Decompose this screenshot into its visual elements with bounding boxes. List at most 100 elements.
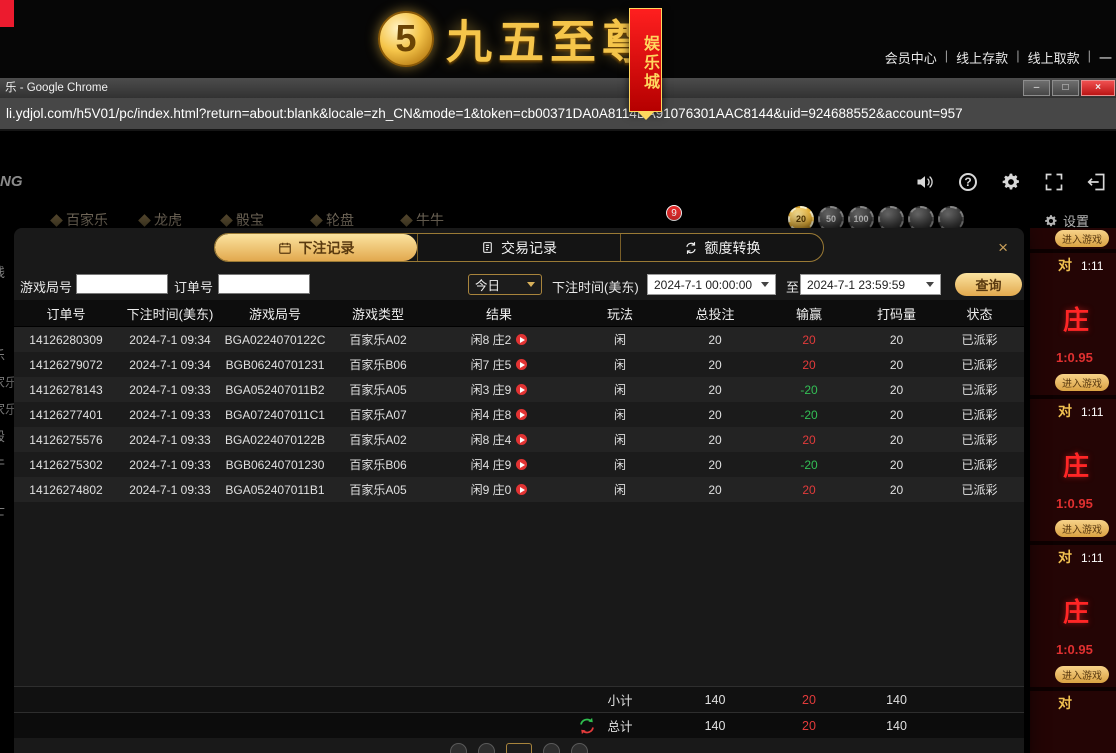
prev-page-button[interactable] (478, 743, 495, 753)
date-from-select[interactable]: 2024-7-1 00:00:00 (647, 274, 776, 295)
card-divider (1030, 541, 1116, 545)
browser-url-bar[interactable]: li.ydjol.com/h5V01/pc/index.html?return=… (0, 98, 1116, 131)
date-to-select[interactable]: 2024-7-1 23:59:59 (800, 274, 941, 295)
table-card-header: 对 1:11 (1058, 547, 1103, 567)
cell-play-type: 闲 (570, 477, 670, 502)
cell-status: 已派彩 (935, 402, 1024, 427)
top-banner: 5 九五至尊 会员中心 | 线上存款 | 线上取款 | 一 (0, 0, 1116, 80)
cell-bet-time: 2024-7-1 09:33 (118, 402, 222, 427)
cell-play-type: 闲 (570, 427, 670, 452)
tab-bet-records[interactable]: 下注记录 (215, 234, 417, 261)
cell-status: 已派彩 (935, 377, 1024, 402)
enter-game-button[interactable]: 进入游戏 (1055, 230, 1109, 247)
nav-member-center[interactable]: 会员中心 (885, 48, 937, 67)
settings-gear-icon[interactable] (1000, 171, 1022, 193)
cell-status: 已派彩 (935, 352, 1024, 377)
window-controls: – □ × (1023, 80, 1115, 96)
cell-bet-time: 2024-7-1 09:34 (118, 327, 222, 352)
round-id-label: 游戏局号 (20, 277, 72, 296)
header-result: 结果 (428, 300, 570, 326)
last-page-button[interactable] (571, 743, 588, 753)
cell-turnover: 20 (858, 402, 935, 427)
current-page-box[interactable] (506, 743, 532, 753)
banner-nav: 会员中心 | 线上存款 | 线上取款 | 一 (885, 48, 1112, 67)
round-id-input[interactable] (76, 274, 168, 294)
enter-game-button[interactable]: 进入游戏 (1055, 374, 1109, 391)
category-icon (220, 214, 233, 227)
category-dragon-tiger[interactable]: 龙虎 (140, 210, 182, 230)
cell-play-type: 闲 (570, 402, 670, 427)
cell-bet-time: 2024-7-1 09:33 (118, 377, 222, 402)
table-card-header: 对 1:11 (1058, 255, 1103, 275)
replay-icon[interactable] (516, 459, 527, 470)
logo-coin-icon: 5 (378, 11, 434, 67)
enter-game-button[interactable]: 进入游戏 (1055, 520, 1109, 537)
next-page-button[interactable] (543, 743, 560, 753)
refresh-icon[interactable] (578, 717, 596, 738)
cell-game-type: 百家乐B06 (328, 452, 428, 477)
cell-turnover: 20 (858, 377, 935, 402)
category-baccarat[interactable]: 百家乐 (52, 210, 108, 230)
cell-status: 已派彩 (935, 452, 1024, 477)
category-icon (138, 214, 151, 227)
cell-win-loss: -20 (760, 377, 858, 402)
category-icon (400, 214, 413, 227)
nav-online-deposit[interactable]: 线上存款 (956, 48, 1008, 67)
enter-game-button[interactable]: 进入游戏 (1055, 666, 1109, 683)
bet-records-modal: 下注记录 交易记录 额度转换 × 游戏局号 订单号 今日 (14, 228, 1024, 753)
minimize-button[interactable]: – (1023, 80, 1050, 96)
pair-label: 对 (1058, 401, 1072, 421)
cell-game-type: 百家乐B06 (328, 352, 428, 377)
category-sicbo[interactable]: 骰宝 (222, 210, 264, 230)
cell-win-loss: -20 (760, 402, 858, 427)
pair-label: 对 (1058, 255, 1072, 275)
order-id-input[interactable] (218, 274, 310, 294)
category-roulette[interactable]: 轮盘 (312, 210, 354, 230)
tab-transaction-records[interactable]: 交易记录 (417, 234, 620, 261)
cell-win-loss: 20 (760, 327, 858, 352)
table-row: 14126274802 2024-7-1 09:33 BGA052407011B… (14, 477, 1024, 502)
replay-icon[interactable] (516, 359, 527, 370)
browser-title: 乐 - Google Chrome (0, 78, 1116, 98)
subtotal-turnover: 140 (858, 687, 935, 712)
browser-titlebar[interactable]: 乐 - Google Chrome – □ × (0, 78, 1116, 98)
table-row: 14126279072 2024-7-1 09:34 BGB0624070123… (14, 352, 1024, 377)
total-row: 总计 140 20 140 (14, 712, 1024, 738)
exit-icon[interactable] (1086, 171, 1108, 193)
cell-total-bet: 20 (670, 427, 760, 452)
cell-win-loss: 20 (760, 477, 858, 502)
chevron-down-icon (926, 282, 934, 287)
tab-credit-transfer[interactable]: 额度转换 (620, 234, 823, 261)
subtotal-label: 小计 (570, 687, 670, 712)
cell-order-number: 14126275302 (14, 452, 118, 477)
bet-record-icon (278, 241, 292, 255)
query-button[interactable]: 查询 (955, 273, 1022, 296)
replay-icon[interactable] (516, 334, 527, 345)
notification-badge: 9 (666, 205, 682, 221)
fullscreen-icon[interactable] (1043, 171, 1065, 193)
date-range-select[interactable]: 今日 (468, 274, 542, 295)
header-winloss: 输赢 (760, 300, 858, 326)
nav-online-withdraw[interactable]: 线上取款 (1028, 48, 1080, 67)
nav-clipped-link[interactable]: 一 (1099, 48, 1112, 67)
help-icon[interactable]: ? (957, 171, 979, 193)
close-icon[interactable]: × (998, 239, 1008, 256)
cell-total-bet: 20 (670, 402, 760, 427)
maximize-button[interactable]: □ (1052, 80, 1079, 96)
replay-icon[interactable] (516, 434, 527, 445)
banker-odds: 1:0.95 (1056, 496, 1093, 511)
replay-icon[interactable] (516, 484, 527, 495)
category-niuniu[interactable]: 牛牛 (402, 210, 444, 230)
table-row: 14126275576 2024-7-1 09:33 BGA0224070122… (14, 427, 1024, 452)
cell-game-type: 百家乐A02 (328, 327, 428, 352)
cell-round-id: BGA0224070122B (222, 427, 328, 452)
total-bet: 140 (670, 713, 760, 738)
sound-icon[interactable] (914, 171, 936, 193)
replay-icon[interactable] (516, 409, 527, 420)
replay-icon[interactable] (516, 384, 527, 395)
nav-separator: | (945, 48, 948, 67)
cell-order-number: 14126274802 (14, 477, 118, 502)
first-page-button[interactable] (450, 743, 467, 753)
header-type: 游戏类型 (328, 300, 428, 326)
close-window-button[interactable]: × (1081, 80, 1115, 96)
